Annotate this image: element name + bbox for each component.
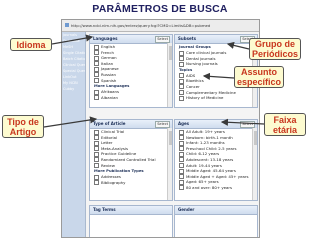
- page-icon: [65, 23, 69, 27]
- ages-select-button[interactable]: Select: [240, 121, 255, 128]
- tag-terms-header-label: Tag Terms: [93, 207, 116, 212]
- gender-panel: Gender: [174, 205, 258, 237]
- languages-header: Languages Select: [90, 35, 172, 44]
- ages-scrollbar[interactable]: [252, 128, 257, 200]
- subsets-header: Subsets Select: [175, 35, 257, 44]
- callout-tipo: Tipo de Artigo: [2, 115, 44, 138]
- checkbox[interactable]: [179, 61, 184, 67]
- checkbox[interactable]: [179, 185, 184, 191]
- address-bar[interactable]: http://www.ncbi.nlm.nih.gov/entrez/query…: [62, 20, 259, 32]
- checkbox[interactable]: [94, 163, 99, 169]
- checkbox[interactable]: [94, 78, 99, 84]
- type-of-article-panel: Type of Article Select Clinical Trial Ed…: [89, 119, 173, 201]
- topic-option[interactable]: History of Medicine: [175, 95, 257, 101]
- checkbox[interactable]: [94, 180, 99, 186]
- language-option[interactable]: Spanish: [90, 78, 172, 84]
- page-title: PARÂMETROS DE BUSCA: [92, 3, 228, 15]
- checkbox[interactable]: [179, 95, 184, 101]
- article-type-option[interactable]: Bibliography: [90, 180, 172, 186]
- gender-header-label: Gender: [178, 207, 195, 212]
- type-of-article-select-button[interactable]: Select: [155, 121, 170, 128]
- tag-terms-header: Tag Terms: [90, 206, 172, 215]
- type-of-article-scrollbar[interactable]: [167, 128, 172, 200]
- language-option[interactable]: Albanian: [90, 95, 172, 101]
- ages-panel: Ages Select All Adult: 19+ years Newborn…: [174, 119, 258, 201]
- age-option[interactable]: 80 and over: 80+ years: [175, 185, 257, 191]
- tag-terms-panel: Tag Terms: [89, 205, 173, 237]
- gender-header: Gender: [175, 206, 257, 215]
- callout-assunto: Assunto específico: [234, 66, 284, 88]
- languages-select-button[interactable]: Select: [155, 36, 170, 43]
- address-url: http://www.ncbi.nlm.nih.gov/entrez/query…: [71, 23, 211, 28]
- languages-scrollbar[interactable]: [167, 43, 172, 107]
- languages-panel: Languages Select English French German I…: [89, 34, 173, 108]
- left-nav: Journals Database MeSH Single Citation B…: [62, 32, 86, 237]
- browser-screenshot: http://www.ncbi.nlm.nih.gov/entrez/query…: [61, 19, 260, 238]
- callout-grupo: Grupo de Periódicos: [249, 38, 301, 60]
- ages-header: Ages Select: [175, 120, 257, 129]
- languages-header-label: Languages: [93, 36, 118, 41]
- callout-faixa: Faixa etária: [264, 113, 306, 136]
- type-of-article-header-label: Type of Article: [93, 121, 126, 126]
- ages-header-label: Ages: [178, 121, 190, 126]
- callout-idioma: Idioma: [10, 38, 52, 51]
- article-type-option[interactable]: Review: [90, 163, 172, 169]
- type-of-article-header: Type of Article Select: [90, 120, 172, 129]
- left-nav-item[interactable]: Cubby: [62, 86, 85, 92]
- subsets-header-label: Subsets: [178, 36, 196, 41]
- checkbox[interactable]: [94, 95, 99, 101]
